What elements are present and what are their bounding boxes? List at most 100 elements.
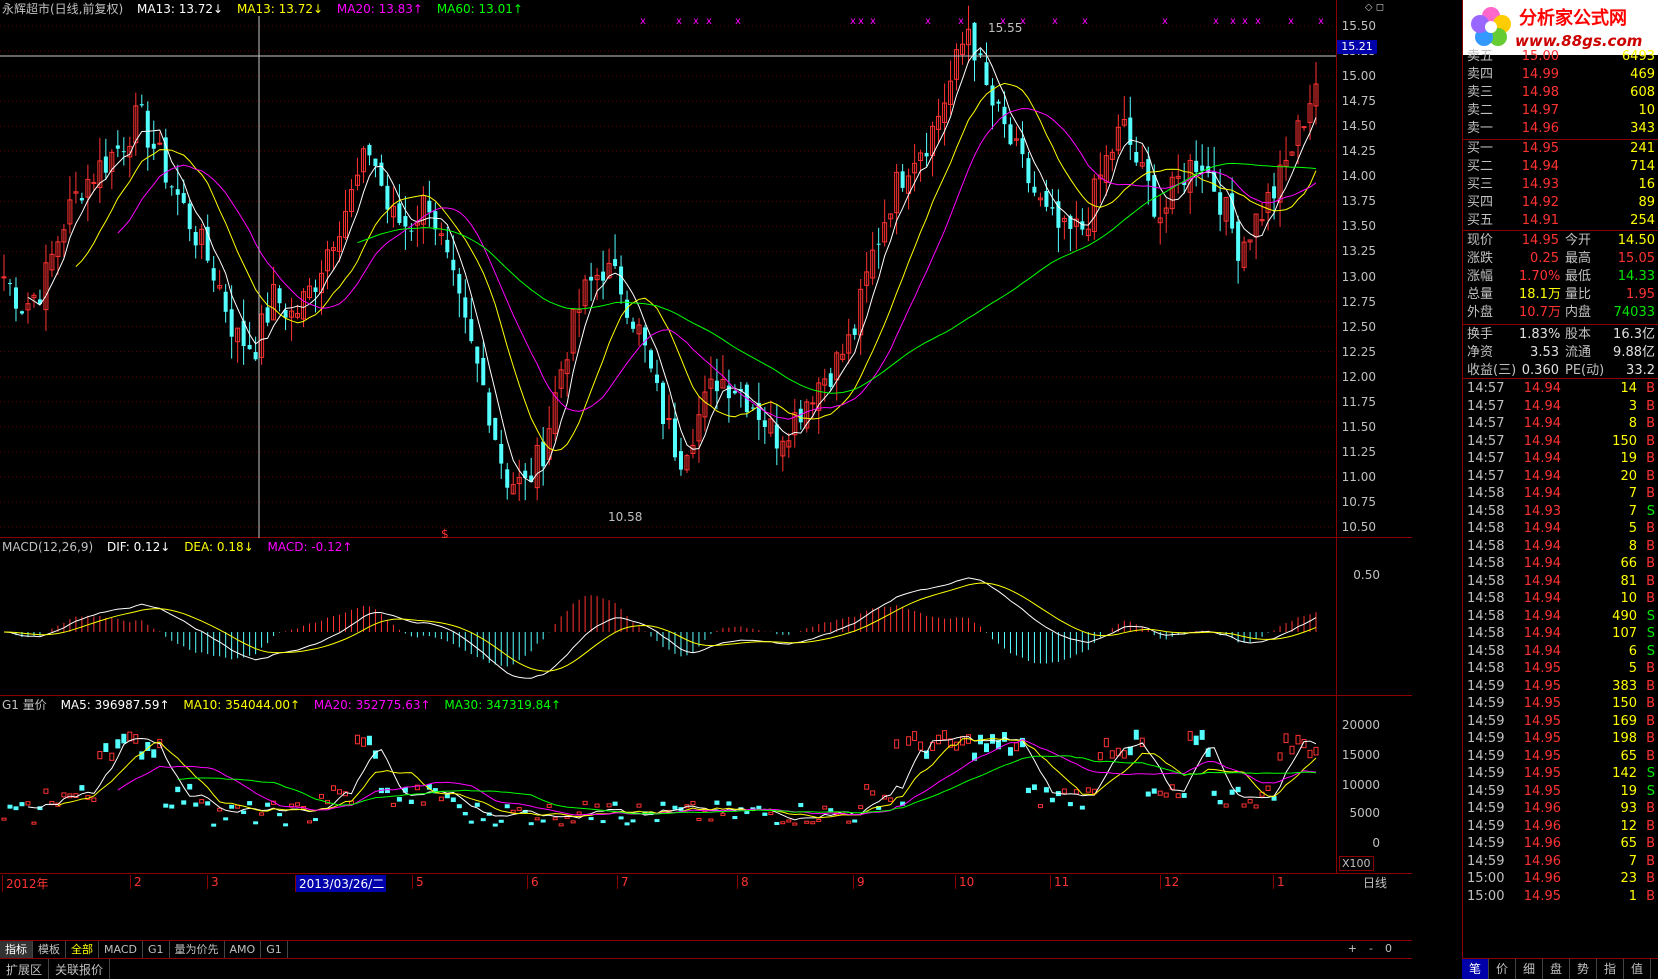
tab-indicator[interactable]: 指标 <box>0 941 33 959</box>
quote-volume: 241 <box>1630 141 1655 156</box>
tick-direction: B <box>1646 888 1655 904</box>
vol-ma30-line <box>177 755 1317 815</box>
volume-bar <box>480 818 486 822</box>
tab-volume-first[interactable]: 量为价先 <box>170 941 225 959</box>
window-controls[interactable]: ◇ ◻ <box>1365 2 1384 13</box>
tick-time: 15:00 <box>1467 888 1505 904</box>
volume-bar <box>576 811 582 815</box>
volume-bar <box>43 788 49 794</box>
candle-body <box>373 158 378 167</box>
candle-body <box>397 203 402 224</box>
volume-bar <box>864 784 870 790</box>
info-label: 现价 <box>1467 233 1494 248</box>
zoom-out-button[interactable]: - <box>1363 941 1379 957</box>
tab-detail[interactable]: 细 <box>1516 959 1543 979</box>
tab-price[interactable]: 价 <box>1489 959 1516 979</box>
event-marker: x <box>1242 16 1248 27</box>
candlestick-chart[interactable]: 15.55 10.58 $ xxxxxxxxxxxxxxxxxxxxx <box>0 0 1336 538</box>
volume-bar <box>816 818 822 822</box>
tab-value[interactable]: 值 <box>1624 959 1651 979</box>
tab-g1-2[interactable]: G1 <box>261 941 288 959</box>
tab-all[interactable]: 全部 <box>66 941 99 959</box>
ask-row: 卖三 14.98 608 <box>1463 84 1658 102</box>
tick-volume: 93 <box>1620 801 1637 816</box>
volume-bar <box>768 811 774 816</box>
volume-bar <box>822 805 828 810</box>
volume-bar <box>636 803 642 808</box>
quote-price: 14.98 <box>1521 85 1559 100</box>
candle-body <box>487 392 492 426</box>
tab-trades[interactable]: 笔 <box>1462 959 1489 979</box>
macd-chart[interactable] <box>0 538 1336 696</box>
tab-board[interactable]: 盘 <box>1543 959 1570 979</box>
volume-bar <box>438 796 444 802</box>
info-value: 1.70% <box>1519 269 1561 284</box>
period-label[interactable]: 日线 <box>1345 874 1405 891</box>
volume-bar <box>1253 804 1259 809</box>
tick-time: 14:59 <box>1467 731 1505 746</box>
volume-bar <box>804 820 810 824</box>
candle-body <box>175 189 180 195</box>
extension-area-button[interactable]: 扩展区 <box>0 959 50 979</box>
tick-direction: B <box>1646 416 1655 431</box>
volume-bar <box>570 820 576 824</box>
tab-macd[interactable]: MACD <box>99 941 143 959</box>
ma5-line <box>27 46 1317 483</box>
event-marker: x <box>1082 16 1088 27</box>
macd-panel[interactable]: MACD(12,26,9) DIF: 0.12↓ DEA: 0.18↓ MACD… <box>0 538 1412 696</box>
info-value: 10.7万 <box>1519 305 1561 320</box>
candle-body <box>427 200 432 213</box>
zoom-reset-button[interactable]: 0 <box>1379 941 1398 957</box>
tab-index[interactable]: 指 <box>1597 959 1624 979</box>
tick-price: 14.94 <box>1523 591 1561 606</box>
price-panel[interactable]: 永辉超市(日线,前复权) MA13: 13.72↓ MA13: 13.72↓ M… <box>0 0 1412 538</box>
tick-direction: B <box>1646 748 1655 764</box>
info-label: 总量 <box>1467 287 1494 302</box>
tab-template[interactable]: 模板 <box>33 941 66 959</box>
candle-body <box>876 243 881 245</box>
tick-price: 14.95 <box>1523 678 1561 694</box>
candle-body <box>229 309 234 337</box>
tick-volume: 107 <box>1612 626 1637 641</box>
volume-chart[interactable] <box>0 696 1336 874</box>
volume-bar <box>1157 790 1163 796</box>
tick-row: 14:58 14.95 5 B <box>1463 660 1658 678</box>
candle-body <box>660 382 665 425</box>
quote-info-row: 现价 14.95 今开 14.50 <box>1463 232 1658 250</box>
candle-body <box>451 259 456 271</box>
quote-info-row: 涨幅 1.70% 最低 14.33 <box>1463 268 1658 286</box>
tab-amo[interactable]: AMO <box>225 941 262 959</box>
price-axis-label: 13.25 <box>1341 244 1376 259</box>
related-quotes-button[interactable]: 关联报价 <box>49 959 111 979</box>
tab-trend[interactable]: 势 <box>1570 959 1597 979</box>
volume-bar <box>336 789 342 795</box>
zoom-controls: + -0 <box>1342 941 1398 957</box>
candle-body <box>385 185 390 210</box>
volume-bar <box>1067 802 1073 807</box>
info-label: 涨跌 <box>1467 251 1494 266</box>
zoom-in-button[interactable]: + <box>1342 941 1363 957</box>
quote-price: 14.99 <box>1521 67 1559 82</box>
quote-price: 14.94 <box>1521 159 1559 174</box>
volume-panel[interactable]: G1 量价 MA5: 396987.59↑ MA10: 354044.00↑ M… <box>0 696 1412 874</box>
tick-price: 14.94 <box>1523 433 1561 449</box>
volume-bar <box>1181 793 1187 798</box>
tick-time: 14:59 <box>1467 748 1505 764</box>
volume-bar <box>942 730 948 741</box>
volume-bar <box>31 821 37 825</box>
candle-body <box>852 328 857 335</box>
volume-bar <box>1235 786 1241 793</box>
tick-row: 14:59 14.95 150 B <box>1463 695 1658 713</box>
ask-row: 卖四 14.99 469 <box>1463 66 1658 84</box>
volume-bar <box>175 786 181 793</box>
quote-label: 卖三 <box>1467 85 1494 100</box>
info-value: 14.33 <box>1617 269 1655 284</box>
time-axis-label: 5 <box>412 875 424 889</box>
price-axis-label: 11.25 <box>1341 444 1376 459</box>
tab-g1[interactable]: G1 <box>143 941 170 959</box>
volume-bar <box>181 800 187 805</box>
info-label: 最低 <box>1565 269 1592 284</box>
bid-row: 买二 14.94 714 <box>1463 158 1658 176</box>
quote-volume: 343 <box>1630 121 1655 136</box>
volume-bar <box>253 821 259 825</box>
